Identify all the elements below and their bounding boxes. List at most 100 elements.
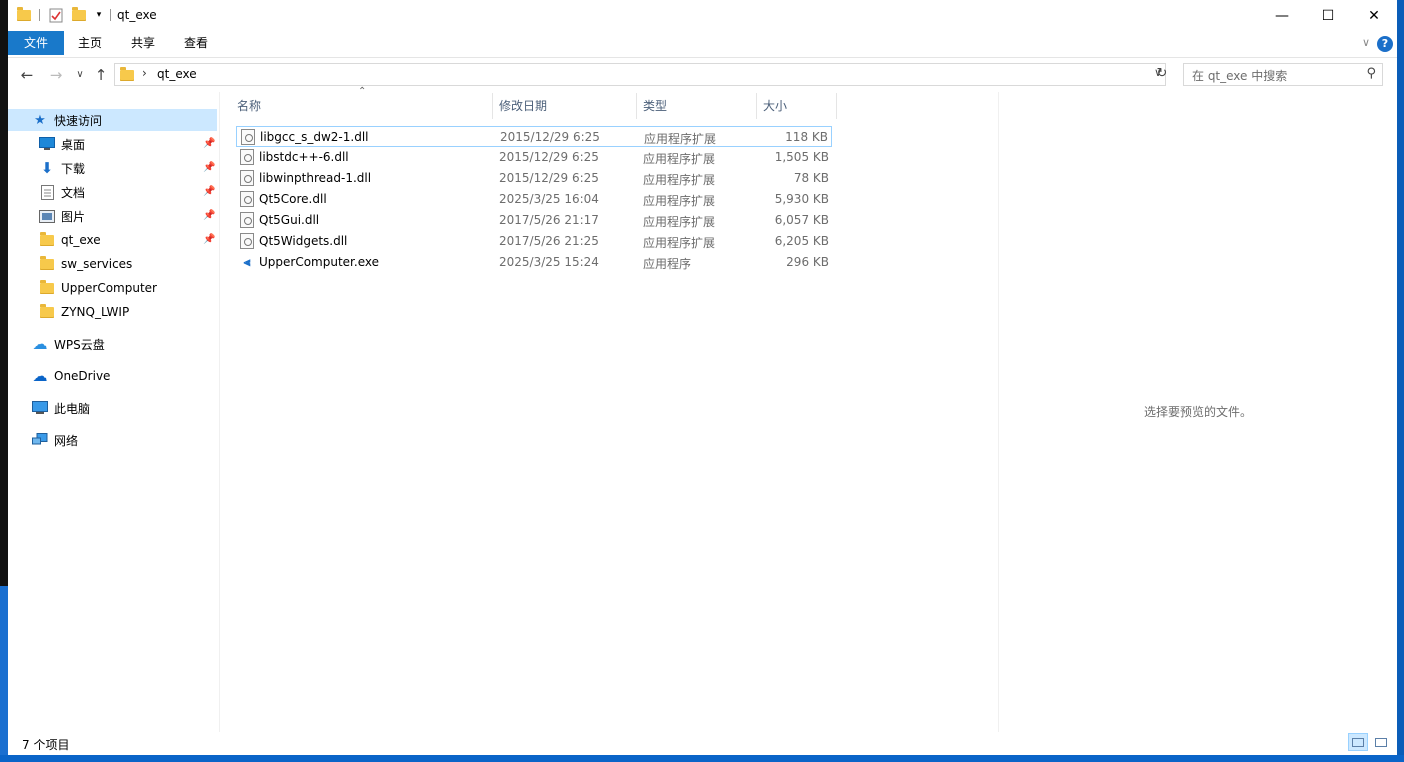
table-row[interactable]: libwinpthread-1.dll 2015/12/29 6:25 应用程序… xyxy=(236,168,832,189)
recent-locations-icon[interactable]: ∨ xyxy=(71,66,89,84)
folder-icon xyxy=(39,255,55,272)
sidebar-item-network[interactable]: 网络 xyxy=(32,429,78,451)
sidebar-item-label: sw_services xyxy=(61,257,133,271)
pin-icon[interactable]: 📌 xyxy=(203,162,215,173)
pin-icon[interactable]: 📌 xyxy=(203,186,215,197)
file-date: 2025/3/25 15:24 xyxy=(499,255,599,269)
dll-icon xyxy=(240,233,254,249)
sidebar-item-label: ZYNQ_LWIP xyxy=(61,305,130,319)
file-date: 2025/3/25 16:04 xyxy=(499,192,599,206)
details-view-button[interactable] xyxy=(1348,733,1368,751)
help-icon[interactable]: ? xyxy=(1377,36,1393,52)
network-icon xyxy=(32,432,48,448)
column-header-name[interactable]: 名称 xyxy=(231,93,493,119)
file-type: 应用程序扩展 xyxy=(644,132,717,146)
sidebar-item-quick-access[interactable]: ★ 快速访问 xyxy=(32,109,102,131)
sidebar-item-desktop[interactable]: 桌面 xyxy=(39,133,85,155)
tab-view[interactable]: 查看 xyxy=(176,31,216,55)
chevron-right-icon[interactable]: › xyxy=(142,66,147,80)
desktop-background-blue xyxy=(0,586,8,762)
folder-icon xyxy=(39,303,55,320)
file-name: Qt5Gui.dll xyxy=(259,213,320,227)
table-row[interactable]: Qt5Core.dll 2025/3/25 16:04 应用程序扩展 5,930… xyxy=(236,189,832,210)
desktop-edge xyxy=(1397,0,1404,755)
sidebar-item-pictures[interactable]: 图片 xyxy=(39,205,85,227)
dll-icon xyxy=(240,212,254,228)
breadcrumb[interactable]: qt_exe xyxy=(157,67,197,81)
sidebar-item-onedrive[interactable]: ☁ OneDrive xyxy=(32,365,111,387)
back-arrow-icon[interactable]: ← xyxy=(18,66,36,84)
table-row[interactable]: libgcc_s_dw2-1.dll 2015/12/29 6:25 应用程序扩… xyxy=(236,126,832,147)
download-icon: ⬇ xyxy=(40,159,54,177)
table-row[interactable]: libstdc++-6.dll 2015/12/29 6:25 应用程序扩展 1… xyxy=(236,147,832,168)
file-date: 2015/12/29 6:25 xyxy=(500,130,600,144)
column-header-size[interactable]: 大小 xyxy=(757,93,837,119)
sidebar-item-wps-cloud[interactable]: ☁ WPS云盘 xyxy=(32,333,105,355)
document-icon xyxy=(39,184,55,200)
divider xyxy=(39,9,40,21)
address-bar[interactable]: › qt_exe ∨ xyxy=(114,63,1166,86)
file-name: UpperComputer.exe xyxy=(259,255,379,269)
tab-home[interactable]: 主页 xyxy=(70,31,110,55)
folder-icon xyxy=(39,279,55,296)
forward-arrow-icon[interactable]: → xyxy=(47,66,65,84)
sidebar-item-label: 文档 xyxy=(61,185,86,200)
pin-icon[interactable]: 📌 xyxy=(203,234,215,245)
window-title: qt_exe xyxy=(117,8,157,22)
close-button[interactable]: ✕ xyxy=(1351,0,1397,31)
search-icon[interactable]: ⚲ xyxy=(1366,66,1376,81)
title-bar: ▾ qt_exe — ☐ ✕ xyxy=(8,0,1397,31)
sidebar-item-label: 下载 xyxy=(61,161,86,176)
large-icons-view-icon xyxy=(1375,737,1387,747)
sidebar-item-label: 网络 xyxy=(54,433,79,448)
divider xyxy=(110,9,111,21)
tab-file[interactable]: 文件 xyxy=(8,31,64,55)
large-icons-view-button[interactable] xyxy=(1371,733,1391,751)
search-placeholder: 在 qt_exe 中搜索 xyxy=(1192,69,1288,83)
table-row[interactable]: ⫷ UpperComputer.exe 2025/3/25 15:24 应用程序… xyxy=(236,252,832,273)
folder-icon xyxy=(120,67,134,81)
sidebar-item-zynq-lwip[interactable]: ZYNQ_LWIP xyxy=(39,301,129,323)
sidebar-item-label: 快速访问 xyxy=(54,113,103,128)
dll-icon xyxy=(240,191,254,207)
refresh-icon[interactable]: ↻ xyxy=(1154,66,1170,81)
file-date: 2015/12/29 6:25 xyxy=(499,171,599,185)
table-row[interactable]: Qt5Widgets.dll 2017/5/26 21:25 应用程序扩展 6,… xyxy=(236,231,832,252)
sidebar-item-label: 桌面 xyxy=(61,137,86,152)
desktop-strip xyxy=(0,755,1404,762)
desktop-background xyxy=(0,0,8,586)
sidebar-item-qt-exe[interactable]: qt_exe xyxy=(39,229,101,251)
computer-icon xyxy=(32,400,48,416)
sidebar-item-label: 图片 xyxy=(61,209,86,224)
tab-share[interactable]: 共享 xyxy=(123,31,163,55)
details-view-icon xyxy=(1352,737,1364,747)
table-row[interactable]: Qt5Gui.dll 2017/5/26 21:17 应用程序扩展 6,057 … xyxy=(236,210,832,231)
file-size: 296 KB xyxy=(786,255,829,269)
sidebar-item-sw-services[interactable]: sw_services xyxy=(39,253,132,275)
search-input[interactable]: 在 qt_exe 中搜索 ⚲ xyxy=(1183,63,1383,86)
maximize-button[interactable]: ☐ xyxy=(1305,0,1351,31)
customize-toolbar-icon[interactable]: ▾ xyxy=(91,7,107,23)
desktop-icon xyxy=(39,136,55,152)
minimize-button[interactable]: — xyxy=(1259,0,1305,31)
file-name: libwinpthread-1.dll xyxy=(259,171,372,185)
sidebar-item-label: UpperComputer xyxy=(61,281,157,295)
expand-ribbon-icon[interactable]: ∨ xyxy=(1362,36,1370,49)
item-count: 7 个项目 xyxy=(22,738,70,752)
pin-icon[interactable]: 📌 xyxy=(203,138,215,149)
sidebar-item-this-pc[interactable]: 此电脑 xyxy=(32,397,90,419)
column-header-type[interactable]: 类型 xyxy=(637,93,757,119)
file-name: libgcc_s_dw2-1.dll xyxy=(260,130,369,144)
sidebar-item-label: 此电脑 xyxy=(54,401,91,416)
new-folder-icon[interactable] xyxy=(71,6,87,23)
sidebar-item-uppercomputer[interactable]: UpperComputer xyxy=(39,277,157,299)
up-arrow-icon[interactable]: ↑ xyxy=(92,66,110,84)
column-header-date[interactable]: 修改日期 xyxy=(493,93,637,119)
properties-icon[interactable] xyxy=(48,7,64,23)
sidebar-item-downloads[interactable]: ⬇ 下载 xyxy=(39,157,85,179)
onedrive-icon: ☁ xyxy=(32,367,48,385)
sidebar-item-documents[interactable]: 文档 xyxy=(39,181,85,203)
pin-icon[interactable]: 📌 xyxy=(203,210,215,221)
preview-divider[interactable] xyxy=(998,92,999,732)
pane-divider[interactable] xyxy=(219,92,220,732)
